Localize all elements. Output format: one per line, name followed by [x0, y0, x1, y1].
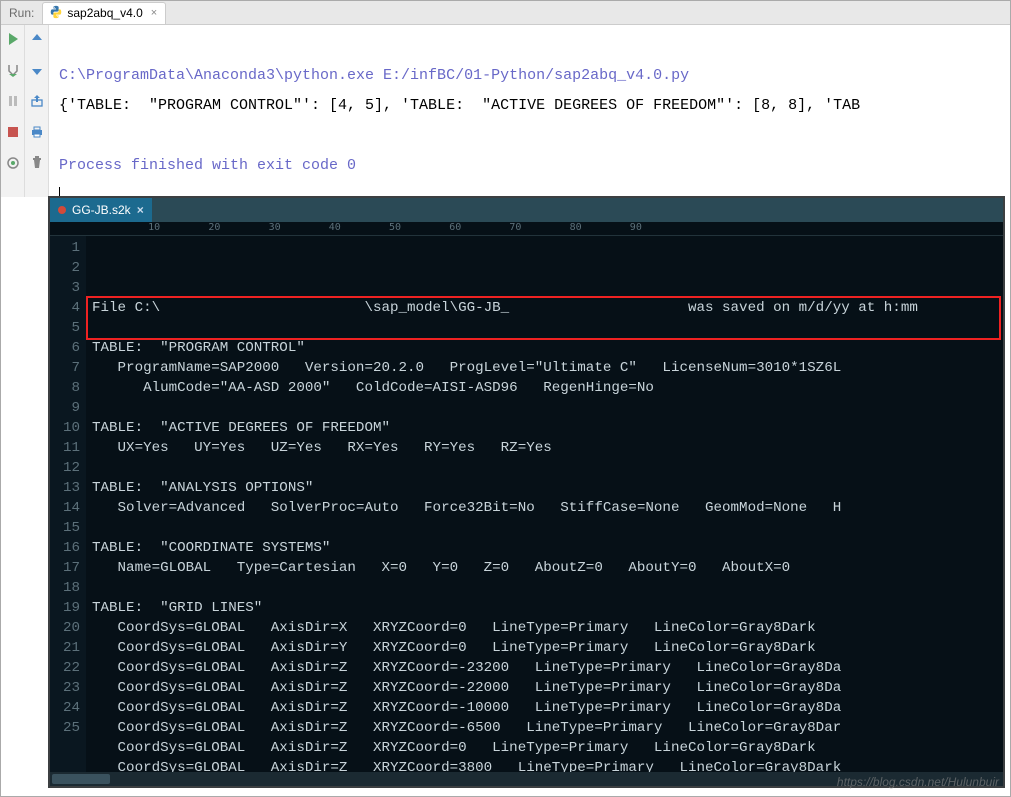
trash-icon[interactable] — [29, 155, 45, 174]
code-line — [92, 458, 1003, 478]
code-line: AlumCode="AA-ASD 2000" ColdCode=AISI-ASD… — [92, 378, 1003, 398]
modified-dot-icon — [58, 206, 66, 214]
code-line: CoordSys=GLOBAL AxisDir=Y XRYZCoord=0 Li… — [92, 638, 1003, 658]
line-number: 16 — [50, 538, 80, 558]
code-line: ProgramName=SAP2000 Version=20.2.0 ProgL… — [92, 358, 1003, 378]
code-line: CoordSys=GLOBAL AxisDir=Z XRYZCoord=-650… — [92, 718, 1003, 738]
code-line: CoordSys=GLOBAL AxisDir=Z XRYZCoord=-232… — [92, 658, 1003, 678]
close-icon[interactable]: × — [137, 203, 144, 217]
line-number: 23 — [50, 678, 80, 698]
code-line: Name=GLOBAL Type=Cartesian X=0 Y=0 Z=0 A… — [92, 558, 1003, 578]
line-number: 5 — [50, 318, 80, 338]
line-number: 7 — [50, 358, 80, 378]
line-number: 6 — [50, 338, 80, 358]
line-number: 9 — [50, 398, 80, 418]
print-icon[interactable] — [29, 124, 45, 143]
run-gutter-left2 — [25, 25, 49, 197]
code-line: UX=Yes UY=Yes UZ=Yes RX=Yes RY=Yes RZ=Ye… — [92, 438, 1003, 458]
run-icon[interactable] — [5, 31, 21, 50]
line-number: 19 — [50, 598, 80, 618]
code-line: CoordSys=GLOBAL AxisDir=X XRYZCoord=0 Li… — [92, 618, 1003, 638]
stop-icon[interactable] — [5, 124, 21, 143]
code-line: Solver=Advanced SolverProc=Auto Force32B… — [92, 498, 1003, 518]
python-icon — [49, 5, 63, 22]
editor-tab[interactable]: GG-JB.s2k × — [50, 198, 152, 222]
line-number: 21 — [50, 638, 80, 658]
line-number: 17 — [50, 558, 80, 578]
console-command: C:\ProgramData\Anaconda3\python.exe E:/i… — [59, 67, 689, 84]
run-gutter-left — [1, 25, 25, 197]
console-output[interactable]: C:\ProgramData\Anaconda3\python.exe E:/i… — [49, 25, 1010, 197]
pause-icon[interactable] — [5, 93, 21, 112]
code-line: TABLE: "GRID LINES" — [92, 598, 1003, 618]
line-number: 15 — [50, 518, 80, 538]
console-finished: Process finished with exit code 0 — [59, 157, 356, 174]
editor-tabbar: GG-JB.s2k × — [50, 198, 1003, 222]
console-stdout: {'TABLE: "PROGRAM CONTROL"': [4, 5], 'TA… — [59, 97, 860, 114]
down-icon[interactable] — [29, 62, 45, 81]
text-editor: GG-JB.s2k × 10 20 30 40 50 60 70 80 90 1… — [48, 196, 1005, 788]
line-number: 8 — [50, 378, 80, 398]
line-number: 18 — [50, 578, 80, 598]
line-number: 25 — [50, 718, 80, 738]
run-tabbar: Run: sap2abq_v4.0 × — [1, 1, 1010, 25]
code-line: TABLE: "ACTIVE DEGREES OF FREEDOM" — [92, 418, 1003, 438]
code-line: CoordSys=GLOBAL AxisDir=Z XRYZCoord=3800… — [92, 758, 1003, 772]
line-number: 3 — [50, 278, 80, 298]
step-down-icon[interactable] — [5, 62, 21, 81]
code-line: TABLE: "COORDINATE SYSTEMS" — [92, 538, 1003, 558]
line-number: 2 — [50, 258, 80, 278]
code-line: CoordSys=GLOBAL AxisDir=Z XRYZCoord=-220… — [92, 678, 1003, 698]
code-line: TABLE: "ANALYSIS OPTIONS" — [92, 478, 1003, 498]
code-line: TABLE: "PROGRAM CONTROL" — [92, 338, 1003, 358]
up-icon[interactable] — [29, 31, 45, 50]
run-tab-title: sap2abq_v4.0 — [67, 6, 142, 20]
run-tab[interactable]: sap2abq_v4.0 × — [42, 2, 166, 24]
editor-tab-title: GG-JB.s2k — [72, 203, 131, 217]
debug-icon[interactable] — [5, 155, 21, 174]
line-number: 4 — [50, 298, 80, 318]
code-line — [92, 518, 1003, 538]
line-number: 20 — [50, 618, 80, 638]
code-line — [92, 578, 1003, 598]
line-number: 12 — [50, 458, 80, 478]
watermark: https://blog.csdn.net/Hulunbuir — [837, 775, 999, 789]
run-label: Run: — [9, 6, 34, 20]
line-number-gutter: 1234567891011121314151617181920212223242… — [50, 236, 86, 772]
line-number: 14 — [50, 498, 80, 518]
code-line: CoordSys=GLOBAL AxisDir=Z XRYZCoord=-100… — [92, 698, 1003, 718]
line-number: 13 — [50, 478, 80, 498]
code-line: CoordSys=GLOBAL AxisDir=Z XRYZCoord=0 Li… — [92, 738, 1003, 758]
code-area[interactable]: File C:\ \sap_model\GG-JB_ was saved on … — [86, 236, 1003, 772]
line-number: 10 — [50, 418, 80, 438]
export-icon[interactable] — [29, 93, 45, 112]
line-number: 24 — [50, 698, 80, 718]
scrollbar-thumb[interactable] — [52, 774, 110, 784]
line-number: 1 — [50, 238, 80, 258]
code-line — [92, 398, 1003, 418]
line-number: 11 — [50, 438, 80, 458]
column-ruler: 10 20 30 40 50 60 70 80 90 — [50, 222, 1003, 236]
code-line — [92, 318, 1003, 338]
ide-run-toolwindow: Run: sap2abq_v4.0 × C:\ProgramData\Anaco… — [1, 1, 1010, 197]
close-icon[interactable]: × — [151, 7, 157, 19]
code-line: File C:\ \sap_model\GG-JB_ was saved on … — [92, 298, 1003, 318]
line-number: 22 — [50, 658, 80, 678]
